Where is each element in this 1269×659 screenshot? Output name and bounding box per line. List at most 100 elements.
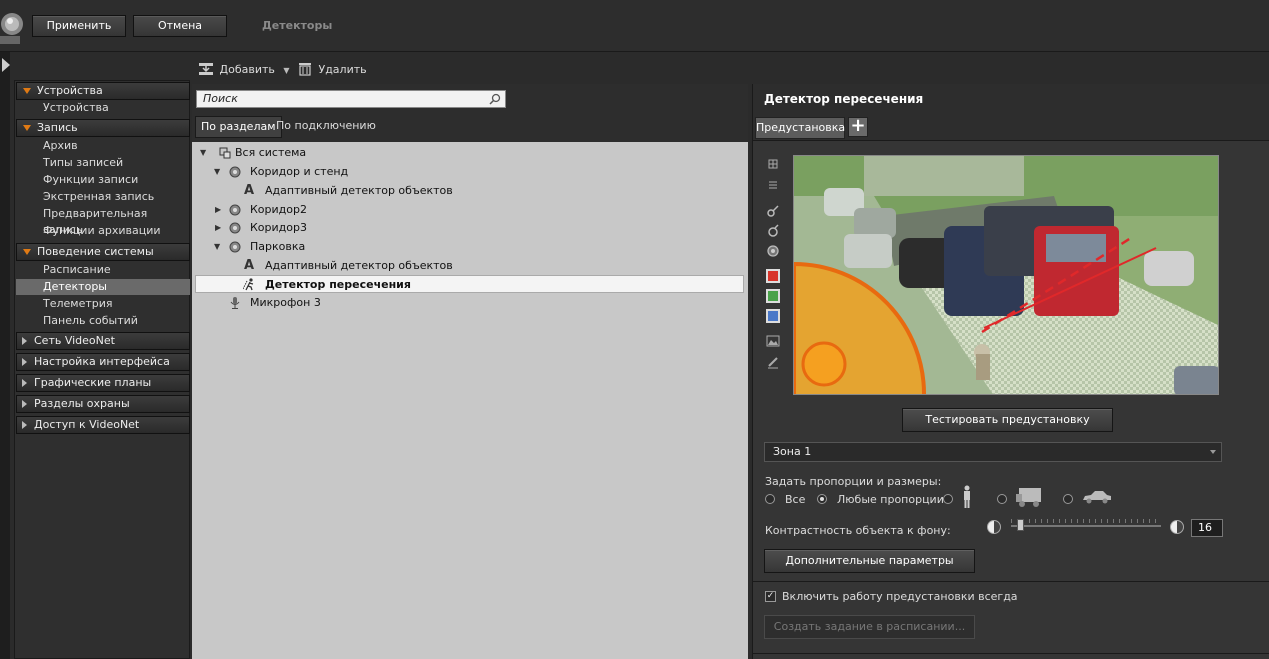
lines-icon[interactable] — [766, 178, 780, 192]
expanded-arrow-icon[interactable]: ▼ — [214, 238, 224, 256]
circle-tool-icon[interactable] — [766, 224, 780, 238]
sidebar-collapse-strip[interactable] — [0, 52, 10, 659]
delete-label: Удалить — [318, 63, 367, 76]
tree-node-label: Вся система — [235, 146, 307, 159]
section-label: Устройства — [37, 84, 103, 97]
tree-node-adaptive-detector-parking[interactable]: A Адаптивный детектор объектов — [244, 257, 724, 275]
radio-car[interactable] — [1063, 494, 1073, 504]
truck-icon — [1016, 488, 1041, 507]
camera-icon — [229, 222, 241, 234]
green-color-icon[interactable] — [766, 289, 780, 303]
expand-arrow-icon[interactable] — [2, 58, 10, 72]
page-title: Детекторы — [262, 19, 333, 32]
tree-node-adaptive-detector[interactable]: A Адаптивный детектор объектов — [244, 182, 724, 200]
sidebar-item-event-panel[interactable]: Панель событий — [16, 313, 190, 329]
create-schedule-button[interactable]: Создать задание в расписании... — [764, 615, 975, 639]
sidebar-section-recording[interactable]: Запись — [16, 119, 190, 137]
sidebar-section-graphic-plans[interactable]: Графические планы — [16, 374, 190, 392]
expanded-arrow-icon[interactable]: ▼ — [200, 144, 210, 162]
microphone-icon — [230, 297, 240, 309]
red-color-icon[interactable] — [766, 269, 780, 283]
search-input[interactable]: Поиск — [196, 90, 506, 108]
panel-title: Детектор пересечения — [764, 92, 924, 106]
tree-node-parking[interactable]: ▼ Парковка — [212, 238, 712, 256]
add-preset-button[interactable]: + — [848, 117, 868, 137]
zone-select[interactable]: Зона 1 — [764, 442, 1222, 462]
sidebar-item-telemetry[interactable]: Телеметрия — [16, 296, 190, 312]
collapsed-arrow-icon[interactable]: ▶ — [215, 201, 225, 219]
contrast-slider-thumb[interactable] — [1017, 519, 1024, 531]
collapsed-triangle-icon — [22, 358, 27, 366]
sidebar-section-interface[interactable]: Настройка интерфейса — [16, 353, 190, 371]
proportions-label: Задать пропорции и размеры: — [765, 475, 942, 488]
sidebar-item-schedule[interactable]: Расписание — [16, 262, 190, 278]
search-icon[interactable] — [489, 93, 501, 105]
tab-by-sections[interactable]: По разделам — [195, 116, 282, 138]
advanced-params-button[interactable]: Дополнительные параметры — [764, 549, 975, 573]
tree-node-label: Коридор2 — [250, 203, 307, 216]
add-button[interactable]: Добавить ▼ — [198, 62, 290, 78]
sidebar-item-detectors[interactable]: Детекторы — [16, 279, 190, 295]
delete-button[interactable]: Удалить — [297, 62, 367, 78]
add-icon — [199, 63, 213, 75]
pencil-icon[interactable] — [766, 355, 780, 369]
radio-any-proportions-label: Любые пропорции — [837, 493, 944, 506]
detector-settings-panel: Детектор пересечения Предустановка 1 + — [752, 84, 1269, 659]
zone-tool-icon[interactable] — [766, 244, 780, 258]
tab-preset-1[interactable]: Предустановка 1 — [755, 117, 845, 154]
section-label: Поведение системы — [37, 245, 154, 258]
crossing-icon — [243, 278, 254, 291]
sidebar-item-record-functions[interactable]: Функции записи — [16, 172, 190, 188]
radio-any-proportions[interactable] — [817, 494, 827, 504]
sidebar-section-videonet-access[interactable]: Доступ к VideoNet — [16, 416, 190, 434]
system-icon — [219, 147, 231, 159]
sidebar-section-videonet[interactable]: Сеть VideoNet — [16, 332, 190, 350]
sidebar-section-security[interactable]: Разделы охраны — [16, 395, 190, 413]
image-icon[interactable] — [766, 334, 780, 348]
chevron-down-icon[interactable] — [1210, 450, 1216, 454]
tree-node-label: Коридор3 — [250, 221, 307, 234]
sidebar-section-devices[interactable]: Устройства — [16, 82, 190, 100]
tree-node-corridor-stand[interactable]: ▼ Коридор и стенд — [212, 163, 712, 181]
car-icon — [1083, 491, 1111, 504]
always-enable-checkbox[interactable]: ✓ — [765, 591, 776, 602]
section-label: Настройка интерфейса — [34, 355, 170, 368]
collapsed-arrow-icon[interactable]: ▶ — [215, 219, 225, 237]
sidebar-section-system-behavior[interactable]: Поведение системы — [16, 243, 190, 261]
cancel-button[interactable]: Отмена — [133, 15, 227, 37]
sidebar-item-archive[interactable]: Архив — [16, 138, 190, 154]
sidebar-item-devices[interactable]: Устройства — [16, 100, 190, 116]
tree-node-crossing-detector[interactable]: Детектор пересечения — [195, 275, 744, 293]
tree-node-corridor3[interactable]: ▶ Коридор3 — [212, 219, 712, 237]
radio-all[interactable] — [765, 494, 775, 504]
section-label: Сеть VideoNet — [34, 334, 115, 347]
apply-button[interactable]: Применить — [32, 15, 126, 37]
grid-icon[interactable] — [766, 157, 780, 171]
tab-by-connection[interactable]: По подключению — [271, 116, 381, 138]
sidebar-item-emergency-record[interactable]: Экстренная запись — [16, 189, 190, 205]
contrast-slider[interactable] — [1011, 525, 1161, 527]
tree-node-microphone3[interactable]: Микрофон 3 — [212, 294, 712, 312]
contrast-value-input[interactable]: 16 — [1191, 519, 1223, 537]
expanded-triangle-icon — [23, 125, 31, 131]
sidebar-item-record-types[interactable]: Типы записей — [16, 155, 190, 171]
tree-node-whole-system[interactable]: ▼ Вся система — [198, 144, 698, 162]
sidebar-item-prerecord[interactable]: Предварительная запись — [16, 206, 190, 236]
delete-icon — [299, 63, 311, 76]
test-preset-button[interactable]: Тестировать предустановку — [902, 408, 1113, 432]
sidebar-item-archive-functions[interactable]: Функции архивации — [16, 223, 190, 239]
person-icon — [964, 485, 970, 508]
detector-a-icon: A — [244, 183, 255, 198]
dropdown-caret-icon[interactable]: ▼ — [283, 66, 289, 75]
expanded-arrow-icon[interactable]: ▼ — [214, 163, 224, 181]
radio-person[interactable] — [943, 494, 953, 504]
preset-body: Тестировать предустановку Зона 1 Задать … — [753, 140, 1269, 659]
toolbar: Добавить ▼ Удалить — [192, 56, 748, 84]
radio-truck[interactable] — [997, 494, 1007, 504]
collapsed-triangle-icon — [22, 379, 27, 387]
tree-node-corridor2[interactable]: ▶ Коридор2 — [212, 201, 712, 219]
blue-color-icon[interactable] — [766, 309, 780, 323]
camera-preview[interactable] — [793, 155, 1219, 395]
line-tool-icon[interactable] — [766, 204, 780, 218]
device-tree-panel: Поиск По разделам По подключению ▼ Вся с… — [192, 84, 748, 659]
